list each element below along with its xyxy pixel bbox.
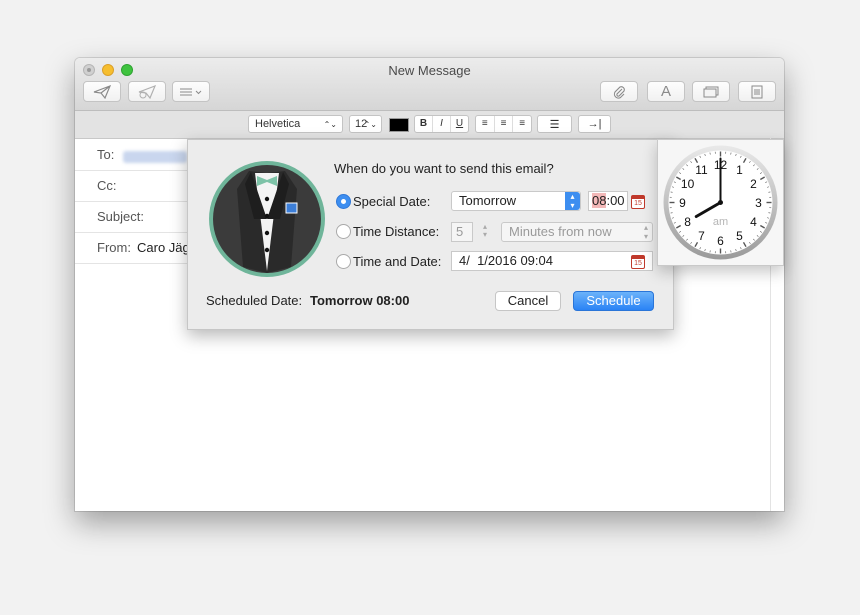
clock-number[interactable]: 4 bbox=[750, 215, 757, 229]
photo-browser-button[interactable] bbox=[692, 81, 730, 102]
clock-number[interactable]: 8 bbox=[684, 215, 691, 229]
underline-button[interactable]: U bbox=[451, 116, 468, 132]
document-icon bbox=[751, 85, 763, 98]
text-style-group: B I U bbox=[414, 115, 469, 133]
schedule-dialog: When do you want to send this email? Spe… bbox=[187, 139, 674, 330]
window-title: New Message bbox=[388, 63, 471, 78]
send-later-button[interactable] bbox=[128, 81, 166, 102]
clock-number[interactable]: 7 bbox=[698, 229, 705, 243]
cancel-button[interactable]: Cancel bbox=[495, 291, 561, 311]
to-label: To: bbox=[97, 147, 115, 162]
special-date-label: Special Date: bbox=[353, 194, 431, 209]
send-button[interactable] bbox=[83, 81, 121, 102]
time-and-date-label: Time and Date: bbox=[353, 254, 442, 269]
photo-browser-icon bbox=[703, 86, 719, 97]
italic-button[interactable]: I bbox=[433, 116, 451, 132]
recipient-token[interactable] bbox=[123, 148, 187, 163]
indent-icon: →| bbox=[587, 118, 602, 130]
special-date-value: Tomorrow bbox=[459, 193, 517, 208]
align-center-button[interactable]: ≡ bbox=[495, 116, 514, 132]
clock-number[interactable]: 6 bbox=[717, 234, 724, 248]
bold-button[interactable]: B bbox=[415, 116, 433, 132]
clock-number[interactable]: 3 bbox=[755, 196, 762, 210]
clock-number[interactable]: 5 bbox=[736, 229, 743, 243]
indent-button[interactable]: →| bbox=[578, 115, 611, 133]
scheduled-date-value: Tomorrow 08:00 bbox=[310, 293, 410, 308]
time-distance-amount[interactable]: 5 bbox=[451, 222, 473, 242]
list-options-icon bbox=[180, 88, 202, 95]
time-distance-label: Time Distance: bbox=[353, 224, 440, 239]
from-label: From: bbox=[97, 240, 131, 255]
send-icon bbox=[93, 84, 111, 99]
stationery-button[interactable] bbox=[738, 81, 776, 102]
subject-label: Subject: bbox=[97, 209, 144, 224]
align-right-button[interactable]: ≡ bbox=[513, 116, 531, 132]
clock-number[interactable]: 11 bbox=[695, 163, 708, 177]
clock-number[interactable]: 1 bbox=[736, 163, 743, 177]
special-date-popup[interactable]: Tomorrow ▴ ▾ bbox=[451, 191, 581, 211]
clock-number[interactable]: 10 bbox=[681, 177, 695, 191]
updown-icon: ⌃⌄ bbox=[323, 119, 337, 129]
clock-picker-panel: am 121234567891011 bbox=[657, 139, 784, 266]
cc-label: Cc: bbox=[97, 178, 117, 193]
dialog-question: When do you want to send this email? bbox=[334, 161, 554, 176]
schedule-button[interactable]: Schedule bbox=[573, 291, 654, 311]
text-color-swatch[interactable] bbox=[389, 118, 409, 132]
clock-number[interactable]: 2 bbox=[750, 177, 757, 191]
time-and-date-field[interactable]: 4/ 1/2016 09:04 bbox=[451, 251, 653, 271]
calendar-icon[interactable]: 15 bbox=[631, 255, 645, 269]
time-distance-stepper[interactable]: ▴ ▾ bbox=[480, 223, 490, 241]
clock-number[interactable]: 9 bbox=[679, 196, 686, 210]
from-value: Caro Jäg bbox=[137, 240, 190, 255]
tuxedo-icon bbox=[209, 161, 325, 277]
align-left-button[interactable]: ≡ bbox=[476, 116, 495, 132]
special-date-radio[interactable] bbox=[336, 194, 351, 209]
calendar-icon[interactable]: 15 bbox=[631, 195, 645, 209]
time-and-date-value: 4/ 1/2016 09:04 bbox=[459, 253, 553, 268]
format-bar: Helvetica ⌃⌄ 12 ⌃⌄ B I U ≡ ≡ ≡ ☰ →| bbox=[75, 111, 784, 139]
updown-icon: ▴ ▾ bbox=[643, 223, 648, 241]
font-name: Helvetica bbox=[255, 118, 301, 130]
font-size-select[interactable]: 12 ⌃⌄ bbox=[349, 115, 382, 133]
attach-button[interactable] bbox=[600, 81, 638, 102]
updown-icon: ⌃⌄ bbox=[363, 119, 377, 129]
header-fields-button[interactable] bbox=[172, 81, 210, 102]
send-later-icon bbox=[138, 84, 156, 99]
clock-ampm: am bbox=[713, 216, 728, 228]
time-distance-unit: Minutes from now bbox=[509, 224, 612, 239]
clock-face[interactable]: am 121234567891011 bbox=[661, 143, 780, 262]
list-icon: ☰ bbox=[549, 118, 560, 131]
time-distance-unit-popup[interactable]: Minutes from now ▴ ▾ bbox=[501, 222, 653, 242]
paperclip-icon bbox=[613, 85, 625, 99]
popup-arrows-icon: ▴ ▾ bbox=[565, 192, 580, 210]
title-bar: New Message A bbox=[75, 58, 784, 111]
time-and-date-radio[interactable] bbox=[336, 254, 351, 269]
font-a-icon: A bbox=[660, 83, 671, 100]
time-hour-segment[interactable]: 08 bbox=[592, 193, 607, 208]
time-distance-radio[interactable] bbox=[336, 224, 351, 239]
list-style-button[interactable]: ☰ bbox=[537, 115, 572, 133]
font-select[interactable]: Helvetica ⌃⌄ bbox=[248, 115, 343, 133]
format-button[interactable]: A bbox=[647, 81, 685, 102]
alignment-group: ≡ ≡ ≡ bbox=[475, 115, 532, 133]
special-time-field[interactable]: 08:00 bbox=[588, 191, 628, 211]
scheduled-date-label: Scheduled Date: bbox=[206, 293, 303, 308]
time-minute-segment[interactable]: :00 bbox=[606, 193, 624, 208]
